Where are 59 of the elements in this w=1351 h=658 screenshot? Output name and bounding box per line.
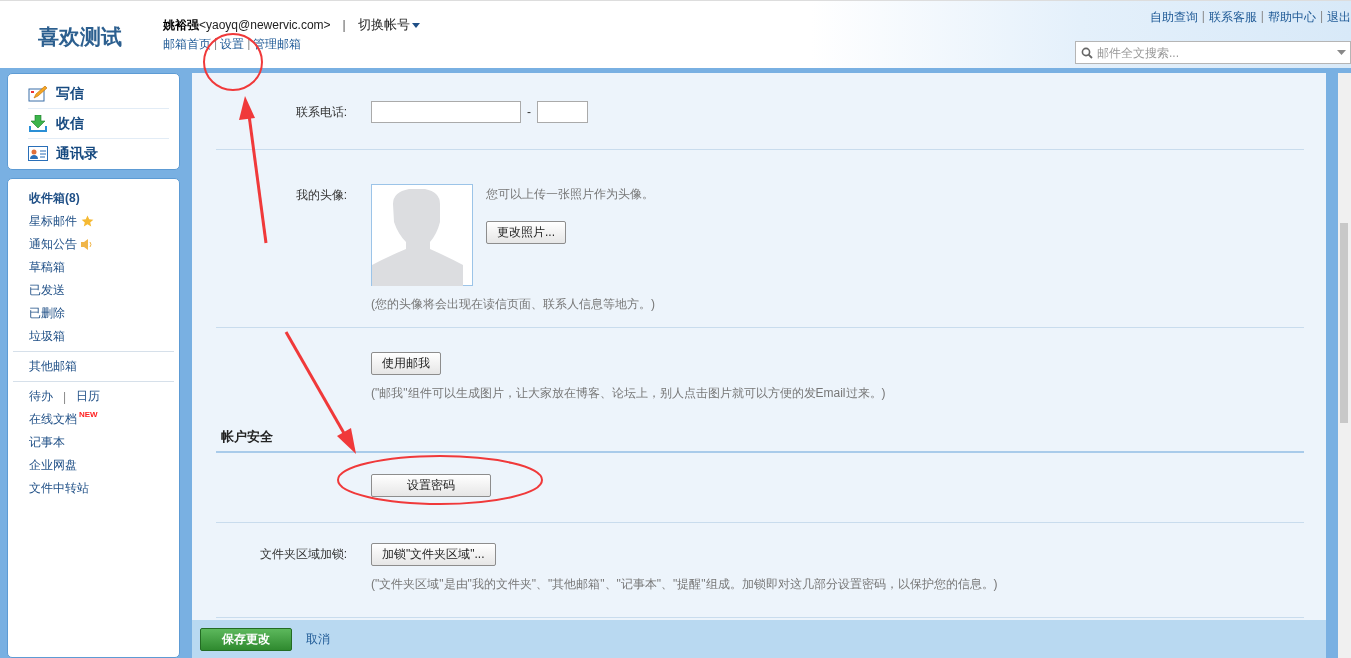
contact-card-icon [28, 146, 48, 161]
switch-account-link[interactable]: 切换帐号 [357, 16, 420, 34]
download-tray-icon [28, 114, 48, 133]
folder-link[interactable]: 已删除 [29, 305, 65, 322]
field-label: 联系电话: [294, 104, 348, 121]
action-button[interactable]: 设置密码 [371, 474, 491, 497]
cancel-link[interactable]: 取消 [306, 630, 330, 648]
folder-link[interactable]: 文件中转站 [29, 480, 89, 497]
folder-link[interactable]: 企业网盘 [29, 457, 77, 474]
top-link[interactable]: 退出 [1327, 9, 1351, 26]
avatar-hint: 您可以上传一张照片作为头像。 [486, 186, 654, 203]
change-photo-button[interactable]: 更改照片... [486, 221, 566, 244]
separator: | [1201, 9, 1205, 25]
folder-link[interactable]: 日历 [76, 388, 101, 405]
new-label: NEW [79, 410, 98, 419]
star-icon [81, 215, 94, 228]
caret-icon [411, 22, 420, 28]
field-label: 我的头像: [294, 187, 348, 204]
folder-link[interactable]: 垃圾箱 [29, 328, 65, 345]
folder-link[interactable]: 通知公告 [29, 236, 77, 253]
caption: ("邮我"组件可以生成图片，让大家放在博客、论坛上，别人点击图片就可以方便的发Email过来。) [371, 385, 886, 402]
extension-input-field[interactable] [537, 101, 588, 123]
action-button[interactable]: 使用邮我 [371, 352, 441, 375]
sidebar-action[interactable]: 通讯录 [28, 139, 169, 168]
search-icon [1081, 47, 1093, 59]
folder-link[interactable]: 记事本 [29, 434, 65, 451]
separator: | [342, 18, 346, 32]
user-name: 姚裕强 [163, 16, 199, 34]
folder-link[interactable]: 收件箱(8) [29, 190, 80, 207]
field-label: 文件夹区域加锁: [258, 546, 348, 563]
pencil-icon [28, 85, 48, 102]
dropdown-caret-icon[interactable] [1337, 50, 1346, 55]
folder-link[interactable]: 其他邮箱 [29, 358, 77, 375]
sidebar-action[interactable]: 写信 [28, 79, 169, 109]
top-link[interactable]: 联系客服 [1208, 9, 1257, 26]
caption: (您的头像将会出现在读信页面、联系人信息等地方。) [371, 296, 655, 313]
separator: | [63, 389, 67, 404]
folder-link[interactable]: 星标邮件 [29, 213, 77, 230]
lock-folders-button[interactable]: 加锁"文件夹区域"... [371, 543, 496, 566]
separator: | [1260, 9, 1264, 25]
user-email: <yaoyq@newervic.com> [199, 18, 331, 32]
separator: | [1319, 9, 1323, 25]
separator: - [527, 105, 531, 119]
caption: ("文件夹区域"是由"我的文件夹"、"其他邮箱"、"记事本"、"提醒"组成。加锁即对这几部分设置密码，以保护您的信息。) [371, 576, 998, 593]
sidebar-action[interactable]: 收信 [28, 109, 169, 139]
mailbox-logo: 喜欢测试 [37, 24, 123, 50]
speaker-icon [81, 239, 93, 250]
folder-link[interactable]: 待办 [29, 388, 53, 405]
top-link[interactable]: 帮助中心 [1267, 9, 1316, 26]
folder-link[interactable]: 在线文档 [29, 411, 77, 428]
nav-link[interactable]: 邮箱首页 [163, 36, 211, 53]
scrollbar[interactable] [1338, 73, 1351, 658]
top-link[interactable]: 自助查询 [1149, 9, 1198, 26]
search-field[interactable]: 邮件全文搜索... [1075, 41, 1351, 64]
phone-input-field[interactable] [371, 101, 521, 123]
folder-link[interactable]: 已发送 [29, 282, 65, 299]
section-heading: 帐户安全 [216, 420, 1304, 453]
folder-link[interactable]: 草稿箱 [29, 259, 65, 276]
nav-link[interactable]: 设置 [220, 36, 245, 53]
